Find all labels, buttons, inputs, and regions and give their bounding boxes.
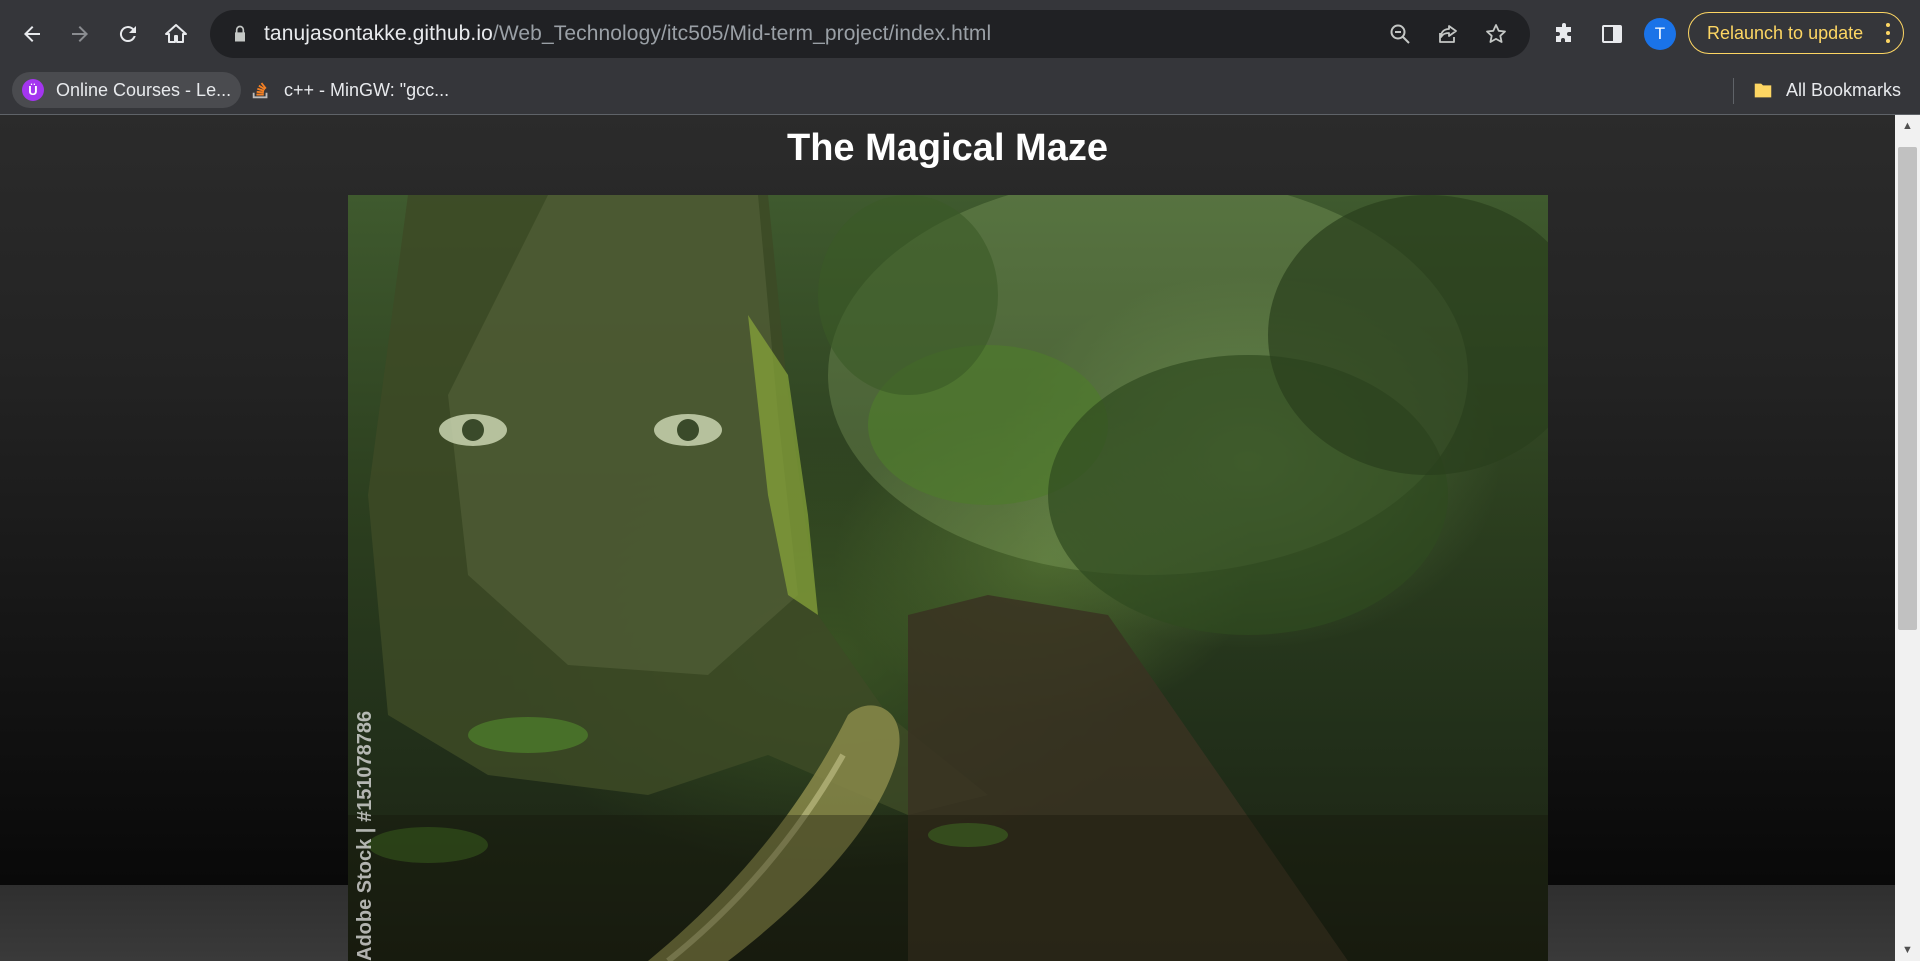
reload-icon <box>119 26 136 43</box>
arrow-left-icon <box>24 26 40 42</box>
stackoverflow-icon <box>250 79 272 101</box>
puzzle-icon <box>1556 23 1571 42</box>
scroll-thumb[interactable] <box>1898 147 1917 630</box>
udemy-icon: Ü <box>22 79 44 101</box>
side-panel-button[interactable] <box>1592 14 1632 54</box>
all-bookmarks-label: All Bookmarks <box>1786 79 1902 100</box>
share-button[interactable] <box>1428 14 1468 54</box>
all-bookmarks-button[interactable]: All Bookmarks <box>1742 72 1911 108</box>
forest-face-image: Adobe Stock | #151078786 <box>348 195 1548 961</box>
bookmark-star-button[interactable] <box>1476 14 1516 54</box>
home-button[interactable] <box>156 14 196 54</box>
star-icon <box>1486 24 1506 43</box>
page-title: The Magical Maze <box>787 127 1108 169</box>
page-viewport: The Magical Maze Adobe Stock | #15107878… <box>0 115 1895 961</box>
zoom-button[interactable] <box>1380 14 1420 54</box>
bookmark-label: Online Courses - Le... <box>56 79 232 100</box>
url-host: tanujasontakke.github.io <box>264 22 493 45</box>
reload-button[interactable] <box>108 14 148 54</box>
scroll-up-arrow-icon[interactable]: ▲ <box>1895 115 1920 137</box>
url-text[interactable]: tanujasontakke.github.io/Web_Technology/… <box>264 22 991 46</box>
back-button[interactable] <box>12 14 52 54</box>
bookmarks-bar: Ü Online Courses - Le... c++ - MinGW: "g… <box>0 68 1920 115</box>
scroll-down-arrow-icon[interactable]: ▼ <box>1895 939 1920 961</box>
relaunch-to-update-button[interactable]: Relaunch to update <box>1688 12 1904 54</box>
side-panel-icon <box>1602 25 1622 43</box>
arrow-right-icon <box>72 26 88 42</box>
bookmarks-divider <box>1733 78 1734 104</box>
profile-button[interactable]: T <box>1640 14 1680 54</box>
forest-scene-art <box>348 195 1548 961</box>
stock-watermark: Adobe Stock | #151078786 <box>354 710 376 961</box>
relaunch-label: Relaunch to update <box>1707 22 1864 43</box>
zoom-out-icon <box>1390 24 1410 44</box>
avatar: T <box>1644 18 1676 50</box>
bookmark-online-courses[interactable]: Ü Online Courses - Le... <box>12 72 242 108</box>
more-menu-icon <box>1886 23 1890 43</box>
forward-button[interactable] <box>60 14 100 54</box>
lock-icon <box>235 25 245 42</box>
page-scrollbar[interactable]: ▲ ▼ <box>1895 115 1920 961</box>
extensions-button[interactable] <box>1544 14 1584 54</box>
home-icon <box>165 24 187 43</box>
share-icon <box>1439 25 1457 43</box>
bookmark-label: c++ - MinGW: "gcc... <box>284 79 450 100</box>
folder-icon <box>1752 79 1774 101</box>
url-path: /Web_Technology/itc505/Mid-term_project/… <box>492 22 992 45</box>
browser-toolbar: tanujasontakke.github.io/Web_Technology/… <box>0 0 1920 68</box>
bookmark-mingw[interactable]: c++ - MinGW: "gcc... <box>240 72 459 108</box>
address-bar[interactable]: tanujasontakke.github.io/Web_Technology/… <box>210 10 1530 58</box>
